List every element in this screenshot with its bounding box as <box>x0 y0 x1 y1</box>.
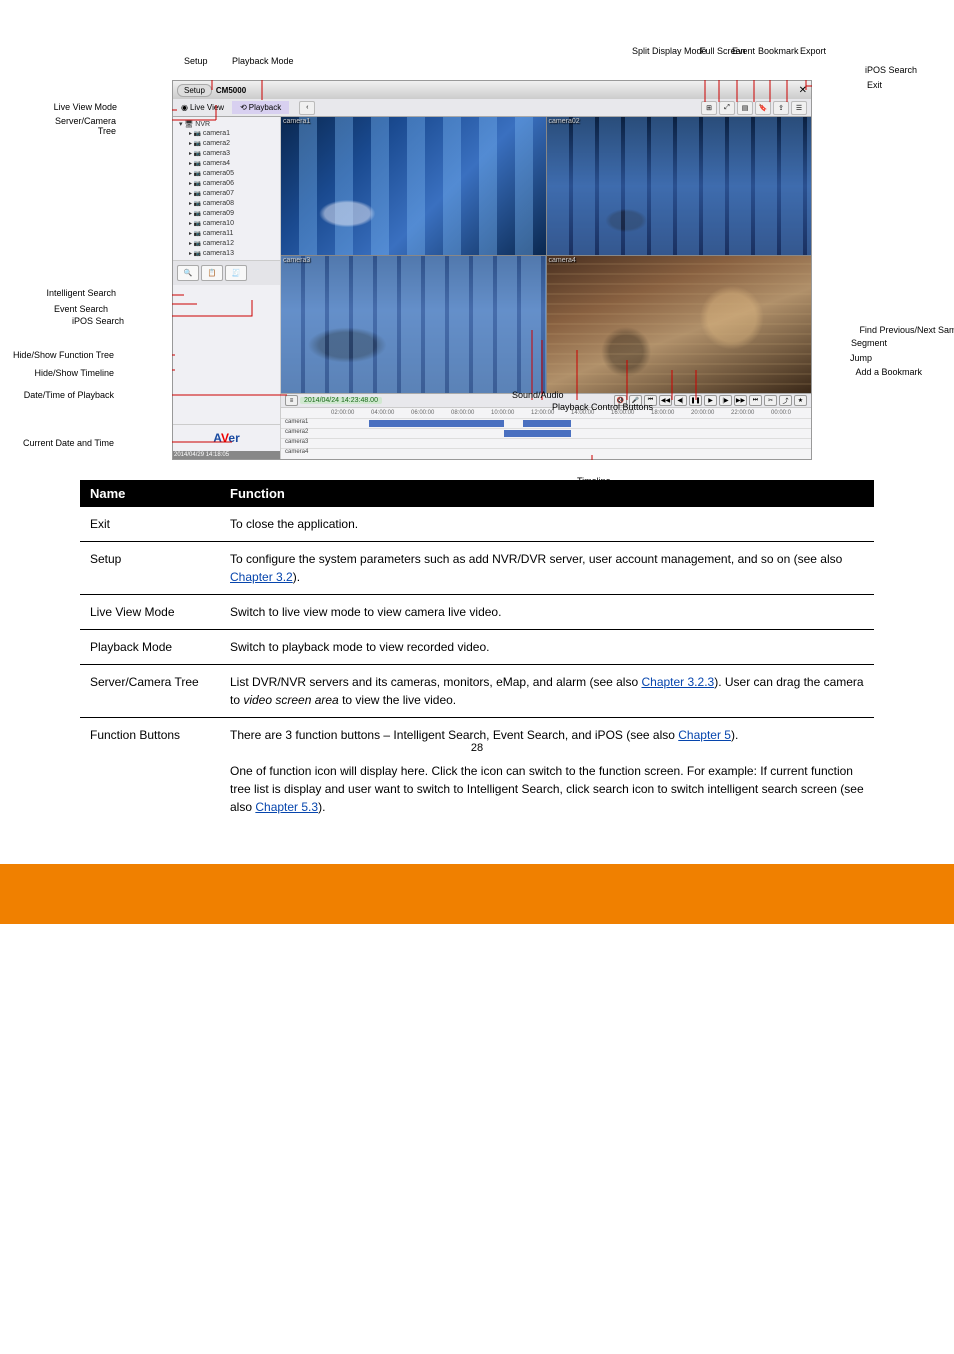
row-desc: To close the application. <box>220 507 874 542</box>
lbl-jump: Jump <box>850 353 872 363</box>
lbl-objcount: iPOS Search <box>865 65 917 75</box>
lbl-ipos: iPOS Search <box>72 316 124 326</box>
lbl-event: Event <box>732 46 755 56</box>
footer-bar <box>0 864 954 924</box>
lbl-find-np: Find Previous/Next Same Event <box>859 325 954 335</box>
lbl-segment: Segment <box>851 338 887 348</box>
lbl-setup: Setup <box>184 56 208 66</box>
description-table: ExitTo close the application.SetupTo con… <box>80 507 874 824</box>
row-desc: There are 3 function buttons – Intellige… <box>220 718 874 825</box>
row-name: Function Buttons <box>80 718 220 825</box>
table-row: Function ButtonsThere are 3 function but… <box>80 718 874 825</box>
row-desc: List DVR/NVR servers and its cameras, mo… <box>220 665 874 718</box>
lbl-live-view: Live View Mode <box>47 102 117 112</box>
link-chapter-5[interactable]: Chapter 5 <box>678 728 731 742</box>
page-number: 28 <box>471 742 483 754</box>
row-desc: Switch to playback mode to view recorded… <box>220 630 874 665</box>
lbl-evt-search: Event Search <box>54 304 108 314</box>
row-desc: To configure the system parameters such … <box>220 542 874 595</box>
lbl-hide-tree: Hide/Show Function Tree <box>2 350 114 360</box>
lbl-hide-timeline: Hide/Show Timeline <box>12 368 114 378</box>
row-name: Playback Mode <box>80 630 220 665</box>
lbl-exit: Exit <box>867 80 882 90</box>
row-name: Exit <box>80 507 220 542</box>
lbl-split: Split Display Mode <box>632 46 707 56</box>
lbl-timeline: Timeline <box>577 476 611 486</box>
lbl-pb-ctrl: Playback Control Buttons <box>552 402 653 412</box>
table-header: Name Function <box>80 480 874 507</box>
table-row: Playback ModeSwitch to playback mode to … <box>80 630 874 665</box>
lbl-playback-mode: Playback Mode <box>232 56 294 66</box>
lbl-intell: Intelligent Search <box>46 288 116 298</box>
row-name: Live View Mode <box>80 595 220 630</box>
lbl-add-bm: Add a Bookmark <box>855 367 922 377</box>
lbl-tree: Server/Camera Tree <box>44 116 116 136</box>
link-chapter-53[interactable]: Chapter 5.3 <box>255 800 318 814</box>
table-row: Live View ModeSwitch to live view mode t… <box>80 595 874 630</box>
playback-screenshot: Setup CM5000 ✕ ◉ Live View ⟲ Playback ‹ … <box>172 80 812 460</box>
lbl-dt-playback: Date/Time of Playback <box>4 390 114 400</box>
table-row: ExitTo close the application. <box>80 507 874 542</box>
table-row: Server/Camera TreeList DVR/NVR servers a… <box>80 665 874 718</box>
link-chapter-32[interactable]: Chapter 3.2 <box>230 570 293 584</box>
lbl-sound: Sound/Audio <box>512 390 564 400</box>
link-chapter-323[interactable]: Chapter 3.2.3 <box>641 675 714 689</box>
lbl-bookmark: Bookmark <box>758 46 799 56</box>
lbl-export: Export <box>800 46 826 56</box>
table-row: SetupTo configure the system parameters … <box>80 542 874 595</box>
row-name: Setup <box>80 542 220 595</box>
row-desc: Switch to live view mode to view camera … <box>220 595 874 630</box>
row-name: Server/Camera Tree <box>80 665 220 718</box>
lbl-current-dt: Current Date and Time <box>4 438 114 448</box>
